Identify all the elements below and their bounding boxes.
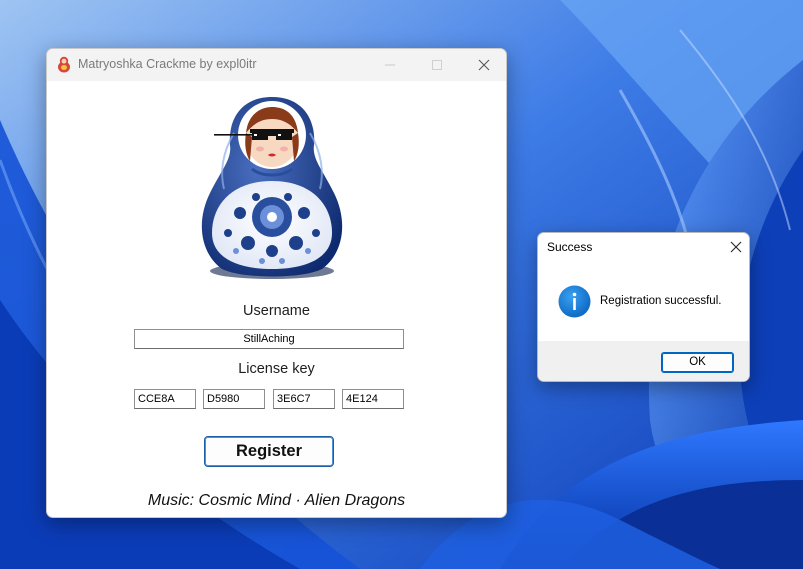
- maximize-button[interactable]: [414, 49, 460, 81]
- license-key-part-1-input[interactable]: [134, 389, 196, 409]
- username-label: Username: [243, 303, 310, 319]
- music-credit: Music: Cosmic Mind · Alien Dragons: [147, 492, 406, 509]
- license-key-part-4-input[interactable]: [342, 389, 404, 409]
- dialog-body: Registration successful.: [538, 261, 749, 341]
- title-bar[interactable]: Matryoshka Crackme by expl0itr: [47, 49, 506, 81]
- minimize-icon: [385, 64, 395, 66]
- close-icon: [478, 59, 490, 71]
- license-key-part-2-input[interactable]: [203, 389, 265, 409]
- license-key-label: License key: [238, 361, 315, 377]
- ok-button[interactable]: OK: [661, 352, 734, 373]
- maximize-icon: [432, 60, 442, 70]
- dialog-title-bar[interactable]: Success: [538, 233, 749, 261]
- dialog-close-button[interactable]: [721, 233, 749, 261]
- info-icon: [558, 285, 591, 318]
- dialog-message: Registration successful.: [600, 295, 722, 307]
- dialog-title: Success: [547, 240, 593, 254]
- success-dialog: Success Registration successful. OK: [537, 232, 750, 382]
- username-input[interactable]: [134, 329, 404, 349]
- matryoshka-doll-image: [201, 97, 343, 279]
- license-key-part-3-input[interactable]: [273, 389, 335, 409]
- register-button[interactable]: Register: [204, 436, 334, 467]
- close-button[interactable]: [461, 49, 506, 81]
- minimize-button[interactable]: [367, 49, 413, 81]
- crackme-window: Matryoshka Crackme by expl0itr Username …: [46, 48, 507, 518]
- window-title: Matryoshka Crackme by expl0itr: [78, 57, 257, 71]
- dialog-footer: OK: [538, 341, 749, 381]
- close-icon: [730, 241, 742, 253]
- matryoshka-icon: [58, 56, 70, 73]
